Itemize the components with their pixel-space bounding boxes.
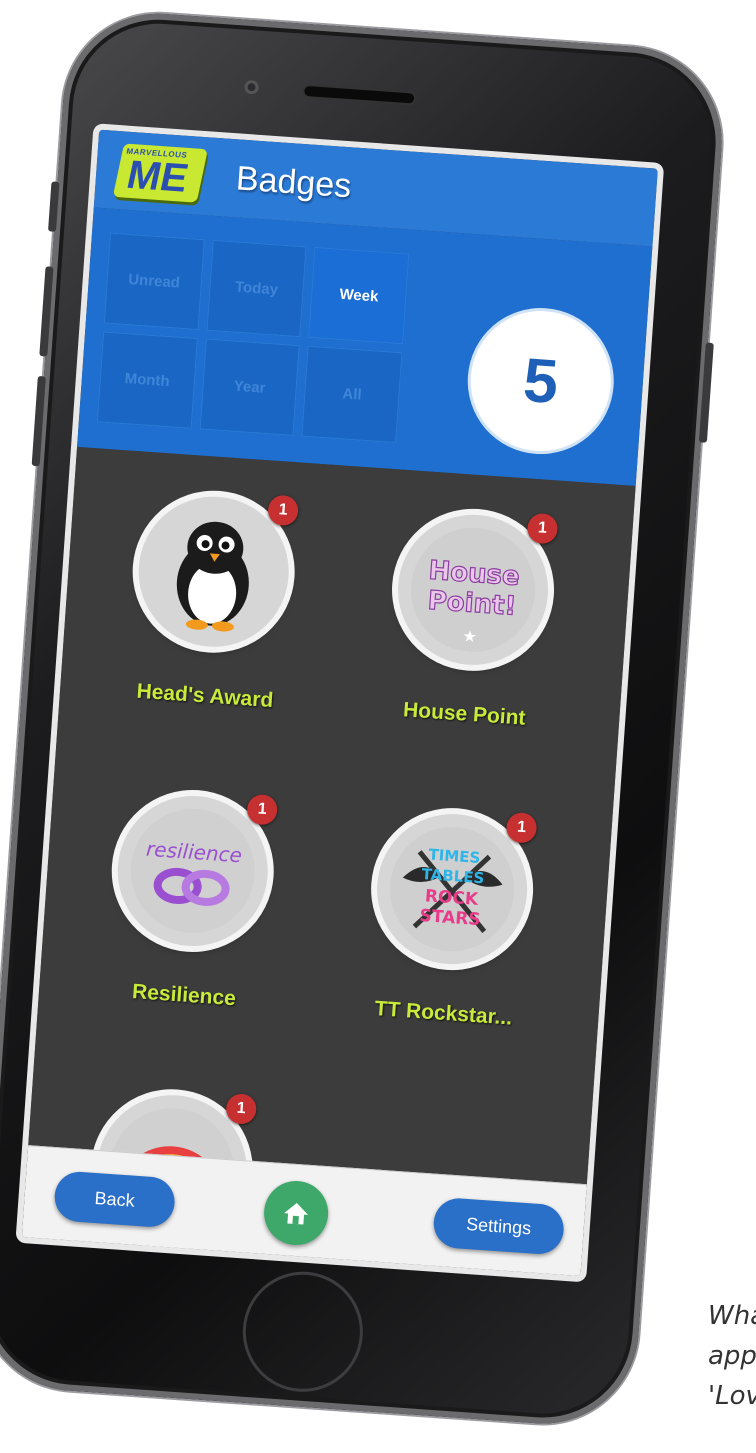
filter-week-button[interactable]: Week — [308, 246, 410, 345]
back-button[interactable]: Back — [53, 1170, 177, 1229]
tt-text-4: STARS — [419, 906, 481, 930]
home-icon — [284, 1203, 309, 1225]
notification-badge: 1 — [246, 793, 279, 826]
badge-resilience[interactable]: resilience 1 Resilience — [65, 758, 315, 1063]
tt-text-1: TIMES — [428, 845, 481, 867]
svg-text:★: ★ — [462, 628, 477, 646]
badge-heads-award[interactable]: 1 Head's Award — [86, 459, 336, 764]
filter-month-button[interactable]: Month — [96, 331, 198, 429]
mute-switch — [48, 181, 60, 232]
time-filter-grid: Unread Today Week Month Year All — [96, 232, 410, 444]
filter-all-button[interactable]: All — [301, 345, 403, 444]
settings-button[interactable]: Settings — [432, 1196, 566, 1256]
badge-tt-rockstars[interactable]: TIMES TABLES ROCK STARS 1 TT Rockstar... — [324, 776, 574, 1081]
caption-line-3: 'Love — [708, 1381, 756, 1411]
phone-home-button — [238, 1267, 367, 1396]
volume-up-button — [39, 266, 54, 357]
power-button — [698, 342, 714, 443]
earpiece-speaker — [304, 85, 415, 104]
badge-label: Head's Award — [135, 679, 275, 713]
badge-label: Resilience — [131, 980, 237, 1011]
volume-down-button — [31, 375, 46, 467]
badge-count: 5 — [466, 306, 616, 456]
notification-badge: 1 — [225, 1092, 258, 1125]
caption-text: What app.' 'Love — [708, 1296, 756, 1416]
front-camera-icon — [244, 79, 260, 95]
house-point-text-2: Point! — [427, 586, 518, 622]
page-title: Badges — [234, 158, 353, 205]
filter-panel: Unread Today Week Month Year All 5 — [77, 207, 653, 486]
filter-today-button[interactable]: Today — [206, 239, 307, 338]
marvellous-me-logo: MARVELLOUS ME — [112, 143, 208, 203]
home-button[interactable] — [261, 1178, 331, 1248]
caption-line-1: What — [708, 1301, 756, 1331]
badge-grid: 1 Head's Award House Point! ★ 1 House Po… — [28, 446, 636, 1251]
notification-badge: 1 — [267, 494, 300, 527]
phone-mockup: MARVELLOUS ME Badges Unread Today Week M… — [0, 7, 756, 1452]
badge-label: House Point — [402, 698, 527, 730]
filter-unread-button[interactable]: Unread — [103, 232, 205, 331]
app-screen: MARVELLOUS ME Badges Unread Today Week M… — [21, 129, 658, 1277]
logo-main-text: ME — [122, 153, 193, 201]
caption-line-2: app.' — [708, 1341, 756, 1371]
notification-badge: 1 — [526, 512, 559, 545]
notification-badge: 1 — [505, 811, 538, 844]
badge-house-point[interactable]: House Point! ★ 1 House Point — [345, 477, 595, 782]
filter-year-button[interactable]: Year — [199, 338, 301, 436]
phone-body: MARVELLOUS ME Badges Unread Today Week M… — [0, 7, 729, 1430]
badge-label: TT Rockstar... — [373, 997, 513, 1030]
